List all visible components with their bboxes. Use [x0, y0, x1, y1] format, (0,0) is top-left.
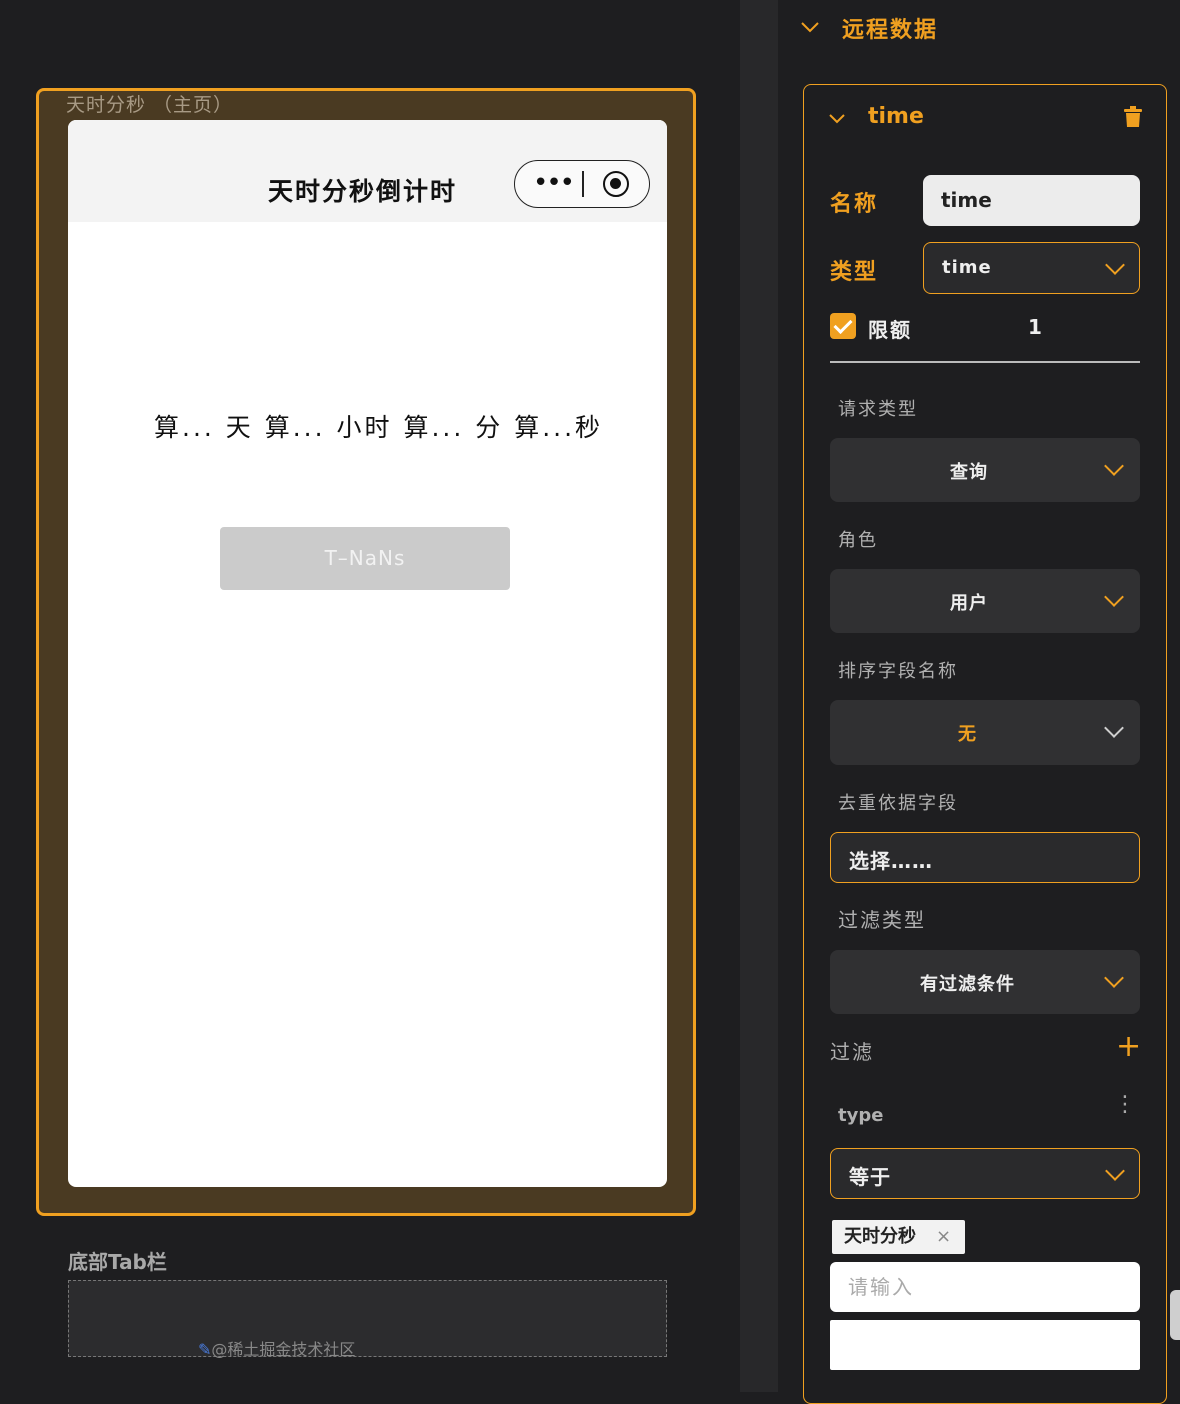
panel-divider[interactable] — [740, 0, 778, 1392]
request-type-value: 查询 — [950, 462, 988, 483]
tabbar-dropzone[interactable] — [68, 1280, 667, 1357]
page-label: 天时分秒 （主页） — [66, 94, 234, 116]
pen-icon: ✎ — [198, 1340, 212, 1359]
limit-underline — [830, 361, 1140, 363]
filter-type-select[interactable]: 有过滤条件 — [830, 950, 1140, 1014]
more-icon[interactable]: ••• — [533, 169, 575, 197]
data-source-title[interactable]: time — [868, 104, 924, 129]
value-tag: 天时分秒 × — [832, 1220, 965, 1254]
role-value: 用户 — [950, 593, 988, 614]
limit-label: 限额 — [868, 318, 912, 342]
properties-panel: 远程数据 time 名称 time 类型 time 限额 1 请求类型 查询 角… — [778, 0, 1180, 1404]
sort-field-value: 无 — [958, 724, 977, 745]
add-filter-icon[interactable]: + — [1116, 1032, 1141, 1062]
tabbar-label: 底部Tab栏 — [68, 1250, 167, 1274]
dedupe-select[interactable]: 选择…… — [830, 832, 1140, 883]
sort-field-label: 排序字段名称 — [838, 661, 958, 682]
nav-bar: 天时分秒倒计时 ••• — [68, 120, 667, 222]
dedupe-placeholder: 选择…… — [849, 849, 933, 873]
countdown-button[interactable]: T–NaNs — [220, 527, 510, 590]
close-icon[interactable]: × — [936, 1220, 951, 1254]
operator-select[interactable]: 等于 — [830, 1148, 1140, 1199]
more-vertical-icon[interactable]: ⋮ — [1114, 1094, 1136, 1116]
trash-icon[interactable] — [1124, 106, 1142, 127]
countdown-text: 算... 天 算... 小时 算... 分 算...秒 — [154, 413, 604, 442]
chevron-down-icon — [1104, 456, 1124, 476]
limit-checkbox[interactable] — [830, 313, 856, 339]
operator-value: 等于 — [849, 1165, 891, 1189]
chevron-down-icon — [1104, 968, 1124, 988]
type-select-value: time — [942, 257, 992, 278]
sort-field-select[interactable]: 无 — [830, 700, 1140, 765]
mini-program-capsule[interactable]: ••• — [514, 160, 650, 208]
phone-preview[interactable]: 天时分秒倒计时 ••• 算... 天 算... 小时 算... 分 算...秒 … — [68, 120, 667, 1187]
close-circle-icon[interactable] — [603, 171, 629, 197]
type-label: 类型 — [830, 260, 879, 285]
dedupe-label: 去重依据字段 — [838, 793, 958, 814]
role-select[interactable]: 用户 — [830, 569, 1140, 633]
chevron-down-icon[interactable] — [828, 106, 846, 130]
filter-label: 过滤 — [830, 1040, 874, 1064]
role-label: 角色 — [838, 530, 878, 551]
capsule-divider — [582, 171, 584, 197]
limit-input[interactable]: 1 — [1028, 315, 1042, 339]
nav-title: 天时分秒倒计时 — [268, 177, 458, 206]
chevron-down-icon — [1105, 1161, 1125, 1181]
request-type-label: 请求类型 — [838, 399, 918, 420]
chevron-down-icon[interactable] — [800, 15, 820, 40]
type-select[interactable]: time — [923, 242, 1140, 294]
remote-data-title[interactable]: 远程数据 — [842, 12, 938, 44]
name-label: 名称 — [830, 192, 879, 217]
scrollbar[interactable] — [1170, 1290, 1180, 1340]
name-input[interactable]: time — [923, 175, 1140, 226]
filter-type-label: 过滤类型 — [838, 908, 926, 932]
filter-type-value: 有过滤条件 — [920, 974, 1015, 995]
condition-field-label: type — [838, 1105, 884, 1126]
watermark-text: @稀土掘金技术社区 — [211, 1340, 356, 1359]
value-input[interactable]: 请输入 — [830, 1262, 1140, 1312]
chevron-down-icon — [1105, 255, 1125, 275]
chevron-down-icon — [1104, 587, 1124, 607]
design-canvas: 天时分秒 （主页） 天时分秒倒计时 ••• 算... 天 算... 小时 算..… — [0, 0, 740, 1392]
value-tag-label: 天时分秒 — [844, 1226, 916, 1247]
request-type-select[interactable]: 查询 — [830, 438, 1140, 502]
chevron-down-icon — [1104, 718, 1124, 738]
value-input-2[interactable] — [830, 1320, 1140, 1370]
watermark: ✎@稀土掘金技术社区 — [198, 1336, 355, 1360]
